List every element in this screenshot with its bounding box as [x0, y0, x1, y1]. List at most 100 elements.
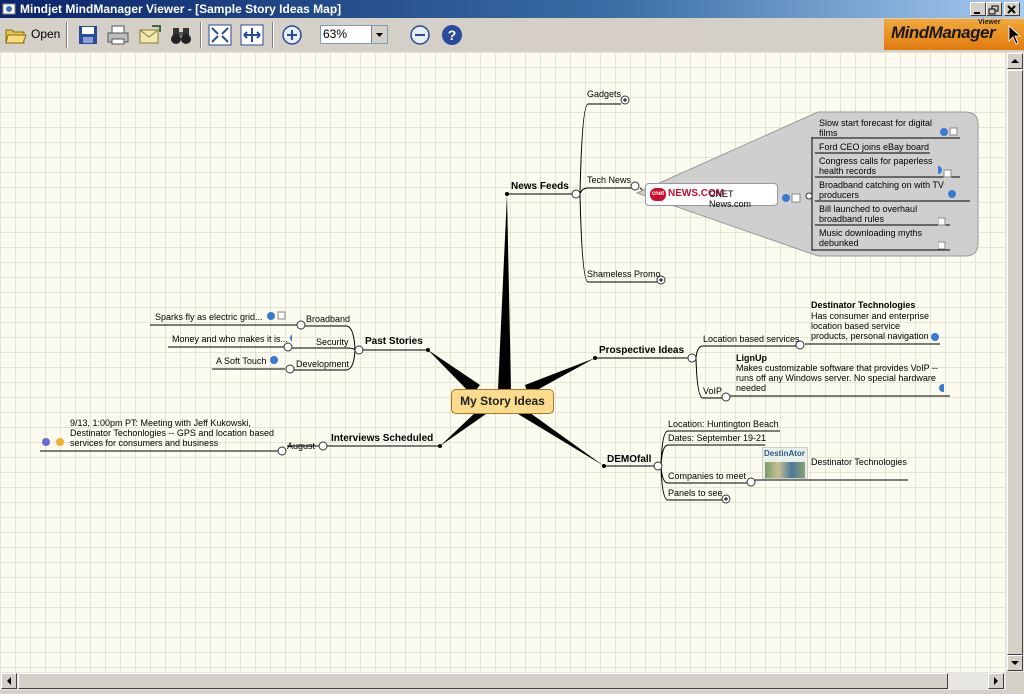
restore-button[interactable]: [986, 2, 1002, 16]
zoom-dropdown-button[interactable]: [371, 26, 387, 43]
scroll-down-button[interactable]: [1007, 655, 1023, 671]
cnet-badge: cnet: [650, 188, 666, 201]
toolbar-separator: [272, 22, 274, 48]
lignup-description: Makes customizable software that provide…: [736, 363, 938, 393]
story-item[interactable]: Congress calls for paperless health reco…: [819, 156, 935, 176]
email-icon: [139, 25, 161, 44]
zoom-select[interactable]: 63%: [320, 25, 388, 44]
story-item[interactable]: Bill launched to overhaul broadband rule…: [819, 204, 923, 224]
vertical-scroll-thumb[interactable]: [1007, 70, 1023, 655]
destinator-description: Has consumer and enterprise location bas…: [811, 311, 930, 341]
cnet-feed-topic[interactable]: cnet NEWS.COM CNET News.com: [645, 183, 778, 209]
map-canvas[interactable]: My Story Ideas News Feeds Gadgets Tech N…: [0, 52, 1006, 672]
branch-news-feeds: [498, 194, 511, 390]
window-title: Mindjet MindManager Viewer - [Sample Sto…: [20, 2, 342, 16]
topic-interviews-scheduled[interactable]: Interviews Scheduled: [331, 434, 433, 444]
topic-news-feeds[interactable]: News Feeds: [511, 182, 569, 192]
destinator-logo-text: DestinAtor: [764, 449, 805, 458]
feed-link-icons: [782, 193, 801, 203]
topic-tech-news[interactable]: Tech News: [587, 175, 631, 185]
topic-location-based-services[interactable]: Location based services: [703, 334, 800, 344]
central-topic[interactable]: My Story Ideas: [451, 389, 554, 414]
prospective-link-icons: [931, 333, 944, 392]
zoom-value: 63%: [323, 27, 348, 41]
topic-companies-to-meet[interactable]: Companies to meet: [668, 471, 746, 481]
destinator-logo-image: DestinAtor: [762, 447, 808, 479]
zoom-out-icon: [410, 25, 430, 45]
scroll-right-button[interactable]: [988, 673, 1004, 689]
binoculars-icon: [171, 28, 191, 44]
vertical-scrollbar[interactable]: [1006, 52, 1024, 672]
demofall-location[interactable]: Location: Huntington Beach: [668, 419, 779, 429]
app-icon: [2, 3, 16, 15]
minimize-icon: [974, 12, 980, 14]
zoom-out-button[interactable]: [406, 22, 434, 48]
topic-past-stories[interactable]: Past Stories: [365, 337, 423, 347]
past-story-link-icons: [267, 311, 292, 364]
topic-panels-to-see[interactable]: Panels to see: [668, 488, 723, 498]
destinator-photo: [765, 462, 805, 478]
destinator-title[interactable]: Destinator Technologies: [811, 300, 915, 310]
print-button[interactable]: [104, 22, 132, 48]
fit-map-button[interactable]: [206, 22, 234, 48]
email-button[interactable]: [136, 22, 164, 48]
mindmanager-logo: Viewer MindManager: [884, 19, 1024, 50]
topic-demofall[interactable]: DEMOfall: [607, 455, 651, 465]
demofall-company-name[interactable]: Destinator Technologies: [811, 457, 907, 467]
topic-prospective-ideas[interactable]: Prospective Ideas: [599, 346, 684, 356]
scroll-up-button[interactable]: [1007, 53, 1023, 69]
minimize-button[interactable]: [970, 2, 986, 16]
fit-map-icon: [208, 24, 232, 46]
branch-demofall: [518, 410, 604, 466]
cnet-name: CNET News.com: [709, 189, 752, 209]
arrow-up-icon: [1011, 59, 1019, 63]
cursor-icon: [1008, 25, 1022, 45]
topic-development[interactable]: Development: [296, 359, 349, 369]
story-broadband[interactable]: Sparks fly as electric grid...: [155, 312, 263, 322]
toolbar-separator: [66, 22, 68, 48]
arrow-down-icon: [1011, 661, 1019, 665]
scroll-corner: [1006, 672, 1024, 690]
save-button[interactable]: [74, 22, 102, 48]
title-bar: Mindjet MindManager Viewer - [Sample Sto…: [0, 0, 1024, 18]
zoom-in-button[interactable]: [278, 22, 306, 48]
arrow-right-icon: [994, 677, 998, 685]
story-link-icons: [938, 127, 958, 250]
horizontal-scrollbar[interactable]: [0, 672, 1006, 690]
zoom-in-icon: [282, 25, 302, 45]
meeting-note[interactable]: 9/13, 1:00pm PT: Meeting with Jeff Kukow…: [70, 418, 276, 448]
close-button[interactable]: [1004, 2, 1020, 16]
meeting-icons: [42, 438, 64, 446]
logo-text: MindManager: [891, 23, 996, 42]
lignup-title[interactable]: LignUp: [736, 353, 767, 363]
story-item[interactable]: Music downloading myths debunked: [819, 228, 923, 248]
chevron-down-icon: [376, 33, 383, 37]
topic-shameless-promo[interactable]: Shameless Promo: [587, 269, 661, 279]
fit-width-button[interactable]: [238, 22, 266, 48]
topic-gadgets[interactable]: Gadgets: [587, 89, 621, 99]
topic-security[interactable]: Security: [316, 337, 349, 347]
folder-open-icon: [5, 29, 27, 44]
topic-voip[interactable]: VoIP: [703, 386, 722, 396]
save-icon: [79, 26, 97, 44]
svg-text:?: ?: [448, 27, 457, 43]
toolbar-separator: [200, 22, 202, 48]
scroll-left-button[interactable]: [1, 673, 17, 689]
topic-broadband[interactable]: Broadband: [306, 314, 350, 324]
arrow-left-icon: [7, 677, 11, 685]
open-button[interactable]: [2, 22, 30, 48]
story-development[interactable]: A Soft Touch: [216, 356, 266, 366]
story-item[interactable]: Broadband catching on with TV producers: [819, 180, 947, 200]
help-icon: ?: [442, 25, 462, 45]
story-item[interactable]: Slow start forecast for digital films: [819, 118, 943, 138]
story-item[interactable]: Ford CEO joins eBay board: [819, 142, 929, 152]
find-button[interactable]: [168, 22, 196, 48]
horizontal-scroll-thumb[interactable]: [18, 673, 948, 689]
open-label[interactable]: Open: [31, 27, 60, 41]
topic-august[interactable]: August: [287, 441, 315, 451]
help-button[interactable]: ?: [438, 22, 466, 48]
status-bar: [0, 690, 1024, 694]
demofall-dates[interactable]: Dates: September 19-21: [668, 433, 766, 443]
branch-interviews: [440, 410, 486, 446]
restore-icon: [988, 5, 999, 15]
